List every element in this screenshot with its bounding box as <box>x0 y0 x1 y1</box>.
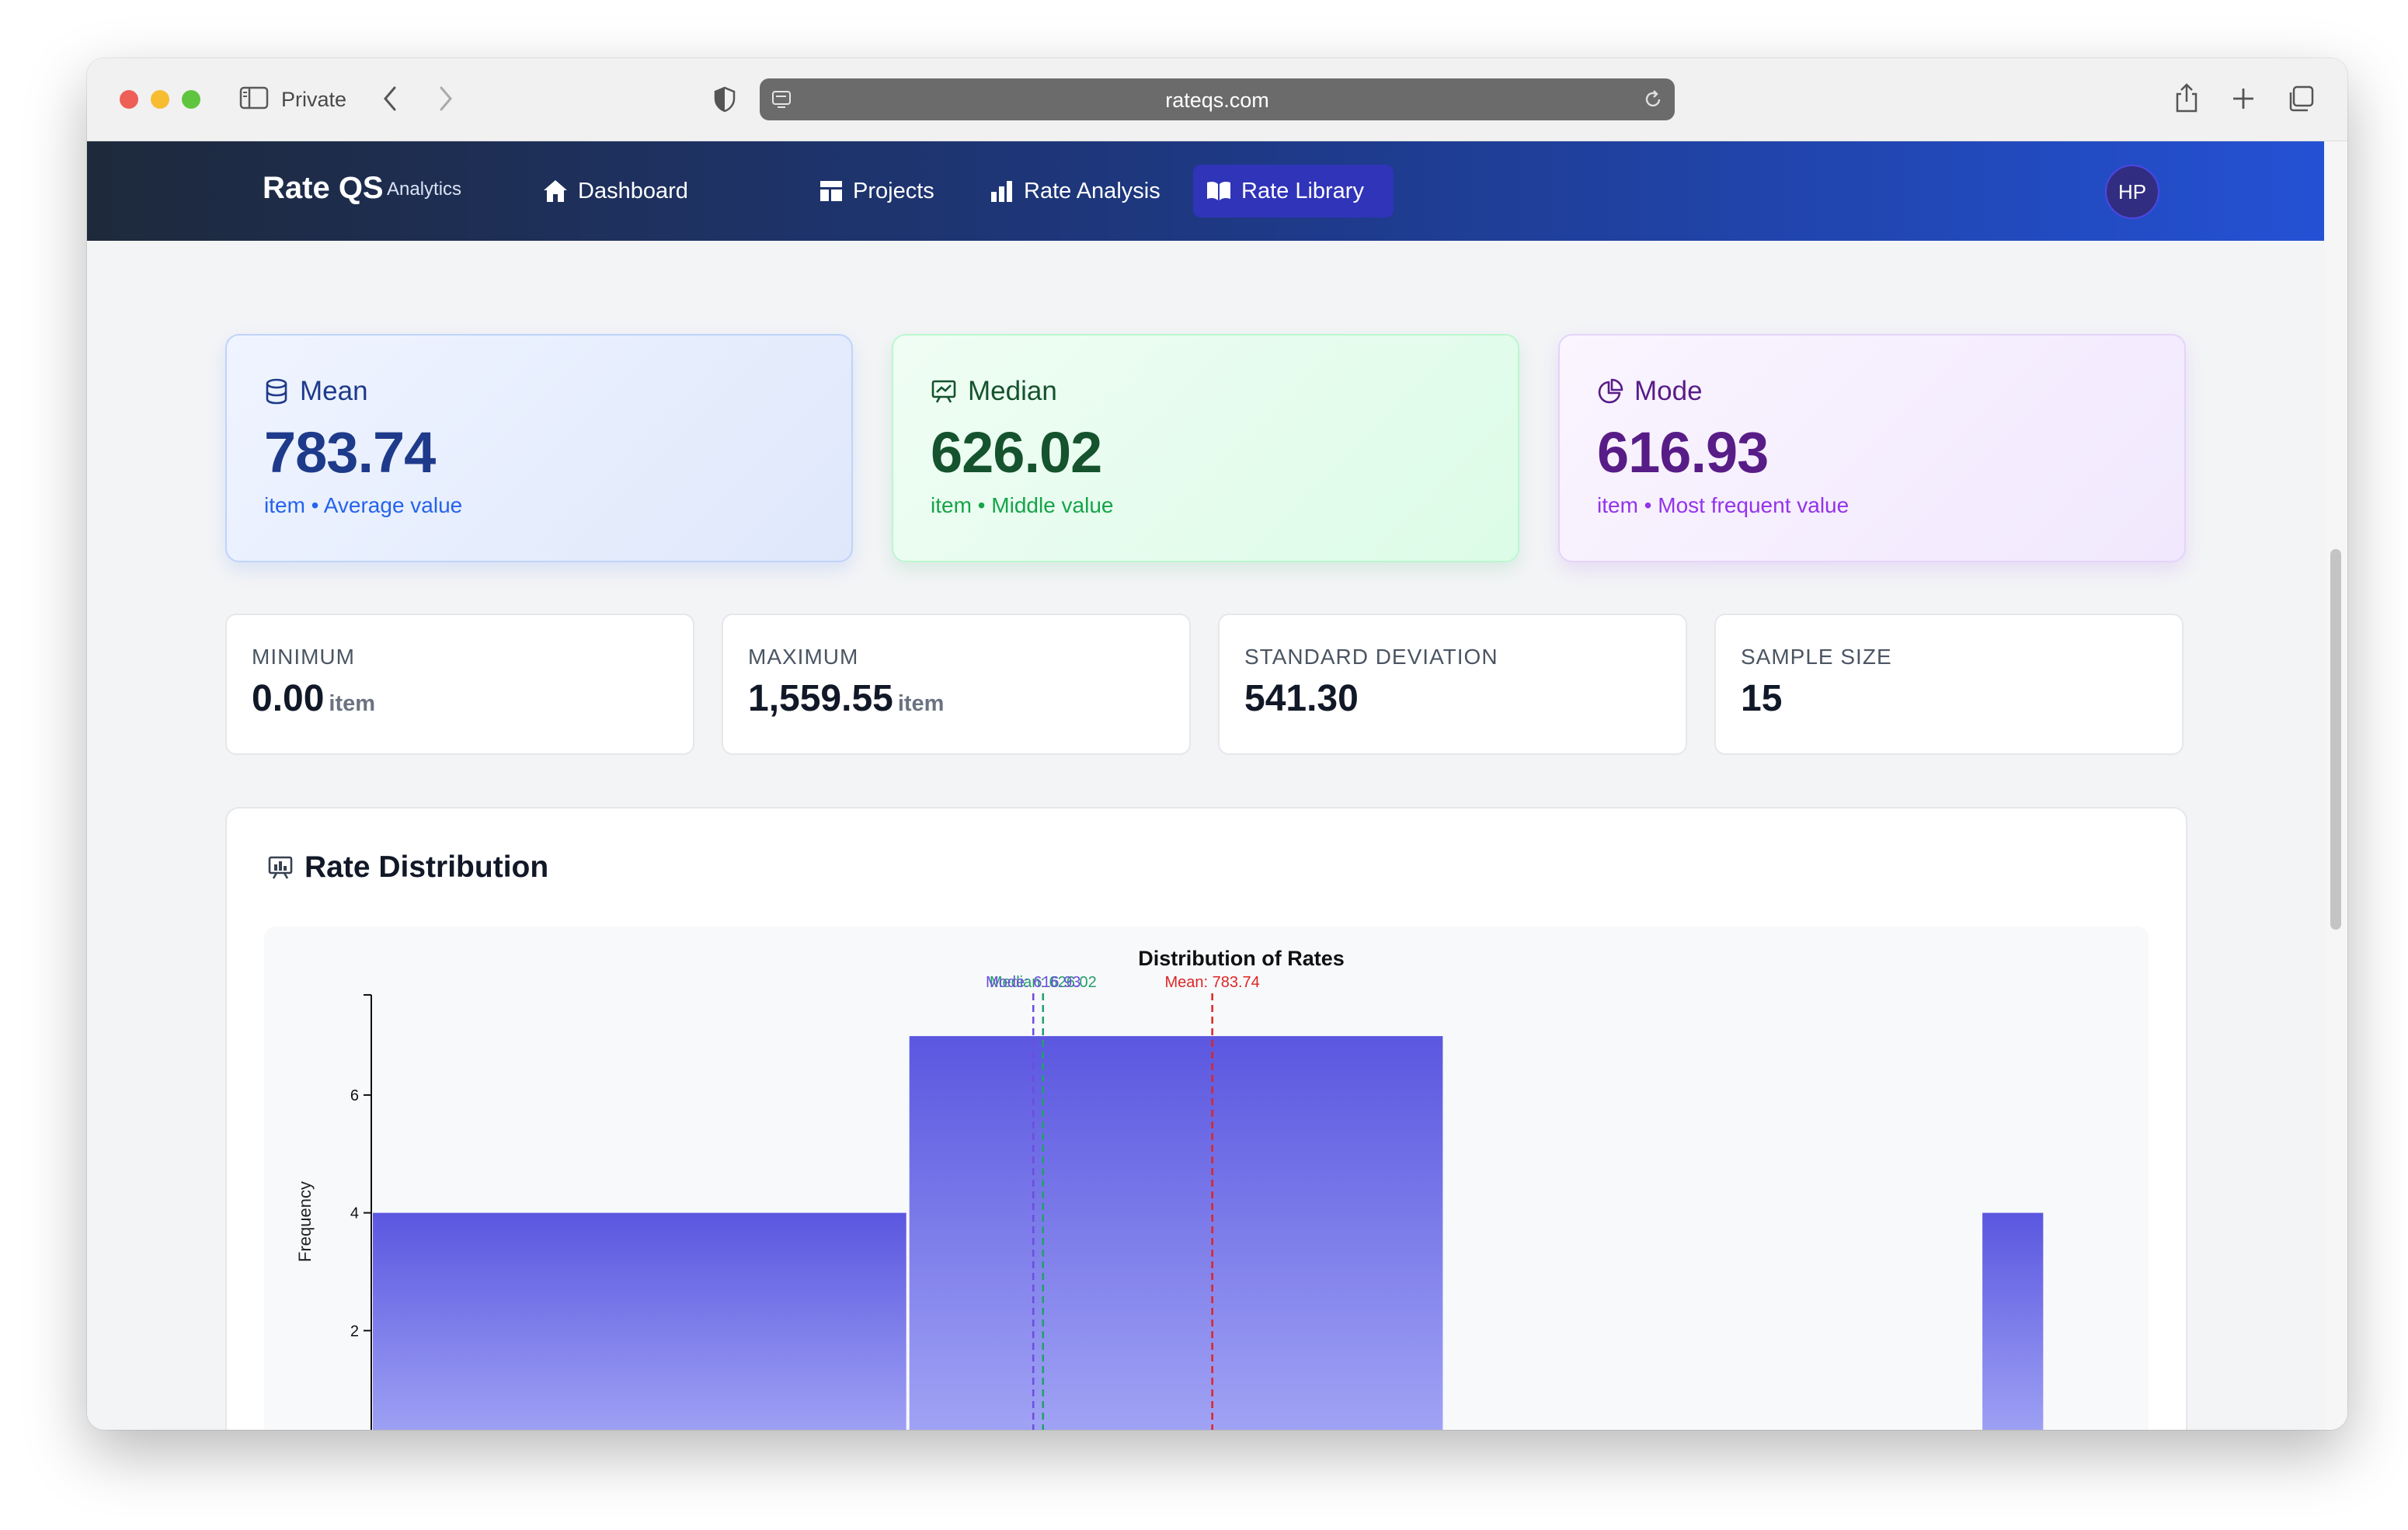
y-tick-label: 6 <box>350 1087 359 1104</box>
mean-unit: item <box>264 493 305 517</box>
browser-window: Private rateqs.com Rate QS Analytics Das… <box>87 58 2347 1430</box>
nav-item-label: Rate Library <box>1241 178 1364 203</box>
brand-name[interactable]: Rate QS <box>263 171 384 206</box>
mean-reference-label: Mean: 783.74 <box>1164 974 1259 991</box>
close-window-button[interactable] <box>120 90 138 109</box>
chart-board-icon <box>931 380 956 403</box>
y-tick-label: 2 <box>350 1323 359 1340</box>
maximum-label: MAXIMUM <box>748 645 859 669</box>
nav-item-label: Dashboard <box>578 178 688 203</box>
reload-icon[interactable] <box>1642 89 1664 110</box>
private-mode-label: Private <box>281 88 347 111</box>
chart-area: Distribution of Rates Frequency Mean: 78… <box>264 927 2149 1430</box>
sample-size-label: SAMPLE SIZE <box>1741 645 1892 669</box>
chart-board-icon <box>268 856 293 879</box>
maximum-unit: item <box>897 691 945 716</box>
std-dev-label: STANDARD DEVIATION <box>1244 645 1498 669</box>
median-label: Median <box>968 376 1057 406</box>
zoom-window-button[interactable] <box>182 90 200 109</box>
tab-overview-icon[interactable] <box>2287 85 2315 113</box>
app-navbar: Rate QS Analytics Dashboard Projects Rat… <box>87 141 2324 241</box>
mode-value: 616.93 <box>1597 420 1769 485</box>
chart-title: Distribution of Rates <box>1138 947 1345 970</box>
mode-description: Most frequent value <box>1658 493 1849 517</box>
histogram-chart: Distribution of Rates Frequency Mean: 78… <box>295 947 2044 1430</box>
median-card: Median 626.02 item • Middle value <box>892 334 1519 562</box>
forward-chevron-icon[interactable] <box>437 85 455 113</box>
minimize-window-button[interactable] <box>151 90 169 109</box>
nav-item-projects[interactable]: Projects <box>806 165 947 217</box>
avatar[interactable]: HP <box>2105 165 2159 219</box>
home-icon <box>544 180 567 202</box>
mode-card: Mode 616.93 item • Most frequent value <box>1558 334 2186 562</box>
minimum-label: MINIMUM <box>252 645 355 669</box>
nav-item-dashboard[interactable]: Dashboard <box>530 165 701 217</box>
mean-label: Mean <box>300 376 368 406</box>
mode-unit: item <box>1597 493 1638 517</box>
share-icon[interactable] <box>2173 82 2200 114</box>
projects-icon <box>820 181 842 201</box>
median-value: 626.02 <box>931 420 1102 485</box>
rate-distribution-panel: Rate Distribution Distribution of Rates … <box>225 807 2187 1430</box>
sidebar-toggle-icon[interactable] <box>239 85 269 110</box>
mode-reference-label: Mode: 616.93 <box>986 974 1080 991</box>
mean-description: Average value <box>323 493 463 517</box>
histogram-bar <box>373 1212 906 1430</box>
scrollbar-thumb[interactable] <box>2330 549 2341 930</box>
sample-size-value: 15 <box>1741 678 1783 719</box>
page-viewport: Rate QS Analytics Dashboard Projects Rat… <box>87 141 2347 1430</box>
minimum-value: 0.00 <box>252 678 325 719</box>
brand-subtitle: Analytics <box>387 179 462 200</box>
pie-chart-icon <box>1598 378 1623 404</box>
bar-chart-icon <box>991 181 1012 202</box>
histogram-bar <box>909 1036 1443 1430</box>
y-axis-label: Frequency <box>295 1181 315 1262</box>
std-dev-card: STANDARD DEVIATION 541.30 <box>1218 614 1687 755</box>
minimum-unit: item <box>329 691 376 716</box>
new-tab-icon[interactable] <box>2231 86 2256 111</box>
back-chevron-icon[interactable] <box>381 85 399 113</box>
maximum-card: MAXIMUM 1,559.55 item <box>722 614 1191 755</box>
minimum-card: MINIMUM 0.00 item <box>225 614 694 755</box>
nav-item-label: Rate Analysis <box>1024 178 1161 203</box>
mean-value: 783.74 <box>264 420 436 485</box>
histogram-bar <box>1982 1212 2044 1430</box>
database-icon <box>266 378 287 405</box>
median-description: Middle value <box>991 493 1114 517</box>
url-text: rateqs.com <box>1165 89 1269 112</box>
sample-size-card: SAMPLE SIZE 15 <box>1714 614 2184 755</box>
median-unit: item <box>931 493 972 517</box>
maximum-value: 1,559.55 <box>748 678 893 719</box>
std-dev-value: 541.30 <box>1244 678 1359 719</box>
mode-label: Mode <box>1634 376 1703 406</box>
nav-item-rate-analysis[interactable]: Rate Analysis <box>977 165 1173 217</box>
book-icon <box>1207 181 1230 200</box>
address-bar[interactable]: rateqs.com <box>760 78 1675 120</box>
browser-titlebar: Private rateqs.com <box>87 58 2347 141</box>
nav-item-rate-library[interactable]: Rate Library <box>1193 165 1394 217</box>
nav-item-label: Projects <box>853 178 934 203</box>
mean-card: Mean 783.74 item • Average value <box>225 334 853 562</box>
y-tick-label: 4 <box>350 1205 359 1222</box>
shield-icon[interactable] <box>713 86 736 113</box>
panel-title: Rate Distribution <box>304 850 549 884</box>
